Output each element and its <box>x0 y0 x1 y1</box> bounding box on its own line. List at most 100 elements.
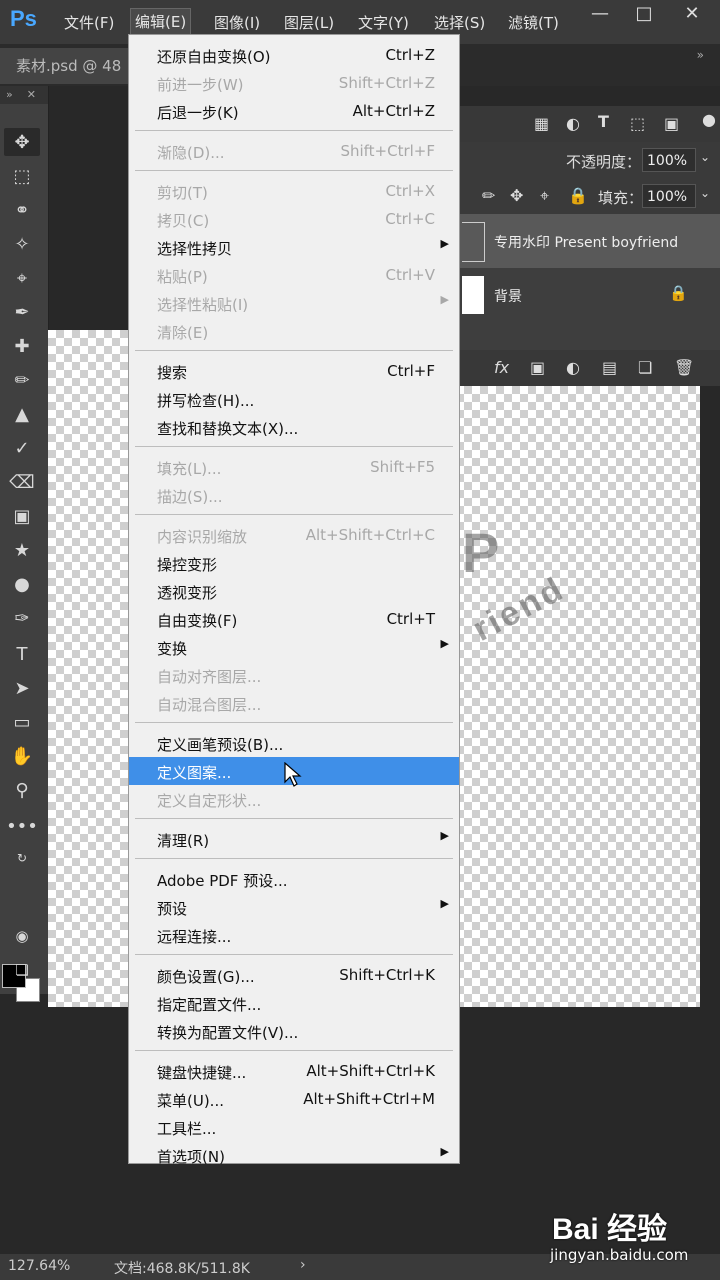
menu-item-label: Adobe PDF 预设... <box>157 872 288 890</box>
edit-menu-item[interactable]: 渐隐(D)... Shift+Ctrl+F <box>129 137 459 165</box>
menu-separator <box>135 858 453 859</box>
fill-input[interactable]: 100% <box>642 184 696 208</box>
edit-menu-item[interactable]: 填充(L)... Shift+F5 <box>129 453 459 481</box>
quick-mask-icon[interactable]: ◉ <box>4 922 40 950</box>
edit-menu-item[interactable]: 定义画笔预设(B)... <box>129 729 459 757</box>
minimize-icon[interactable]: — <box>580 4 620 26</box>
menu-item-label: 拷贝(C) <box>157 212 210 230</box>
edit-menu-item[interactable]: 清理(R) ▶ <box>129 825 459 853</box>
lock-pixels-icon[interactable]: ✏ <box>482 186 495 205</box>
type-tool-icon[interactable]: T <box>4 640 40 668</box>
screen-mode-icon[interactable]: ❏ <box>4 956 40 984</box>
rectangle-tool-icon[interactable]: ▭ <box>4 708 40 736</box>
edit-menu-item[interactable]: 清除(E) <box>129 317 459 345</box>
edit-menu-item[interactable]: 选择性粘贴(I) ▶ <box>129 289 459 317</box>
edit-menu-item[interactable]: 剪切(T) Ctrl+X <box>129 177 459 205</box>
maximize-icon[interactable]: □ <box>624 4 664 26</box>
menu-item-label: 填充(L)... <box>157 460 222 478</box>
menu-edit[interactable]: 编辑(E) <box>130 8 192 35</box>
swap-colors-icon[interactable]: ↻ <box>4 844 40 872</box>
edit-menu-item[interactable]: 变换 ▶ <box>129 633 459 661</box>
history-brush-tool-icon[interactable]: ✓ <box>4 434 40 462</box>
menu-select[interactable]: 选择(S) <box>430 10 489 35</box>
edit-menu-item[interactable]: 转换为配置文件(V)... <box>129 1017 459 1045</box>
stamp-tool-icon[interactable]: ▲ <box>4 400 40 428</box>
more-tools-icon[interactable]: ••• <box>4 812 40 840</box>
edit-menu-item[interactable]: 内容识别缩放 Alt+Shift+Ctrl+C <box>129 521 459 549</box>
adjustment-filter-icon[interactable]: ◐ <box>566 114 580 133</box>
group-folder-icon[interactable]: ▤ <box>602 358 617 377</box>
healing-tool-icon[interactable]: ✚ <box>4 332 40 360</box>
edit-menu-item[interactable]: 指定配置文件... <box>129 989 459 1017</box>
marquee-tool-icon[interactable]: ⬚ <box>4 162 40 190</box>
edit-menu-item[interactable]: 预设 ▶ <box>129 893 459 921</box>
status-arrow-icon[interactable]: › <box>300 1257 306 1273</box>
menu-layer[interactable]: 图层(L) <box>280 10 338 35</box>
eyedropper-tool-icon[interactable]: ✒ <box>4 298 40 326</box>
edit-menu-item[interactable]: 透视变形 <box>129 577 459 605</box>
fill-dropdown-icon[interactable]: ⌄ <box>700 186 710 200</box>
hand-tool-icon[interactable]: ✋ <box>4 742 40 770</box>
menu-file[interactable]: 文件(F) <box>60 10 118 35</box>
shape-filter-icon[interactable]: ⬚ <box>630 114 645 133</box>
edit-menu-item[interactable]: Adobe PDF 预设... <box>129 865 459 893</box>
smart-object-filter-icon[interactable]: ▣ <box>664 114 679 133</box>
edit-menu-item[interactable]: 还原自由变换(O) Ctrl+Z <box>129 41 459 69</box>
close-icon[interactable]: ✕ <box>672 4 712 26</box>
lock-artboard-icon[interactable]: ⌖ <box>540 186 549 206</box>
layer-style-icon[interactable]: fx <box>494 358 509 377</box>
type-filter-icon[interactable]: T <box>598 112 609 131</box>
edit-menu-item[interactable]: 搜索 Ctrl+F <box>129 357 459 385</box>
edit-menu-item[interactable]: 键盘快捷键... Alt+Shift+Ctrl+K <box>129 1057 459 1085</box>
edit-menu-item[interactable]: 后退一步(K) Alt+Ctrl+Z <box>129 97 459 125</box>
collapse-icon[interactable]: » <box>697 48 704 62</box>
pen-tool-icon[interactable]: ✑ <box>4 604 40 632</box>
zoom-tool-icon[interactable]: ⚲ <box>4 776 40 804</box>
opacity-dropdown-icon[interactable]: ⌄ <box>700 150 710 164</box>
lock-position-icon[interactable]: ✥ <box>510 186 523 205</box>
edit-menu-item[interactable]: 自由变换(F) Ctrl+T <box>129 605 459 633</box>
edit-menu-item[interactable]: 拷贝(C) Ctrl+C <box>129 205 459 233</box>
magic-wand-tool-icon[interactable]: ✧ <box>4 230 40 258</box>
edit-menu-item[interactable]: 自动混合图层... <box>129 689 459 717</box>
lock-all-icon[interactable]: 🔒 <box>568 186 588 205</box>
menu-filter[interactable]: 滤镜(T) <box>504 10 563 35</box>
edit-menu-item[interactable]: 首选项(N) ▶ <box>129 1141 459 1169</box>
edit-menu-item[interactable]: 工具栏... <box>129 1113 459 1141</box>
zoom-level[interactable]: 127.64% <box>8 1258 70 1274</box>
adjustment-layer-icon[interactable]: ◐ <box>566 358 580 377</box>
dodge-tool-icon[interactable]: ● <box>4 570 40 598</box>
crop-tool-icon[interactable]: ⌖ <box>4 264 40 292</box>
layer-row-watermark[interactable]: 专用水印 Present boyfriend <box>458 214 720 268</box>
layer-row-background[interactable]: 背景 🔒 <box>458 268 720 322</box>
layer-mask-icon[interactable]: ▣ <box>530 358 545 377</box>
blur-tool-icon[interactable]: ★ <box>4 536 40 564</box>
edit-menu-item[interactable]: 操控变形 <box>129 549 459 577</box>
delete-layer-icon[interactable]: 🗑 <box>674 358 694 377</box>
edit-menu-item[interactable]: 自动对齐图层... <box>129 661 459 689</box>
menu-type[interactable]: 文字(Y) <box>354 10 413 35</box>
new-layer-icon[interactable]: ❏ <box>638 358 652 377</box>
edit-menu-item[interactable]: 描边(S)... <box>129 481 459 509</box>
edit-menu-item[interactable]: 颜色设置(G)... Shift+Ctrl+K <box>129 961 459 989</box>
gradient-tool-icon[interactable]: ▣ <box>4 502 40 530</box>
edit-menu-item[interactable]: 菜单(U)... Alt+Shift+Ctrl+M <box>129 1085 459 1113</box>
edit-menu-item[interactable]: 查找和替换文本(X)... <box>129 413 459 441</box>
edit-menu-item[interactable]: 定义自定形状... <box>129 785 459 813</box>
move-tool-icon[interactable]: ✥ <box>4 128 40 156</box>
edit-menu-item[interactable]: 远程连接... <box>129 921 459 949</box>
edit-menu-item[interactable]: 粘贴(P) Ctrl+V <box>129 261 459 289</box>
image-filter-icon[interactable]: ▦ <box>534 114 549 133</box>
lasso-tool-icon[interactable]: ⚭ <box>4 196 40 224</box>
edit-menu-item[interactable]: 选择性拷贝 ▶ <box>129 233 459 261</box>
opacity-input[interactable]: 100% <box>642 148 696 172</box>
document-tab[interactable]: 素材.psd @ 48 <box>0 48 128 84</box>
path-selection-tool-icon[interactable]: ➤ <box>4 674 40 702</box>
menu-image[interactable]: 图像(I) <box>210 10 264 35</box>
eraser-tool-icon[interactable]: ⌫ <box>4 468 40 496</box>
brush-tool-icon[interactable]: ✏ <box>4 366 40 394</box>
edit-menu-item[interactable]: 拼写检查(H)... <box>129 385 459 413</box>
filter-toggle-icon[interactable]: ● <box>702 110 716 129</box>
edit-menu-item[interactable]: 前进一步(W) Shift+Ctrl+Z <box>129 69 459 97</box>
tools-panel-header[interactable]: » ✕ <box>0 86 48 104</box>
